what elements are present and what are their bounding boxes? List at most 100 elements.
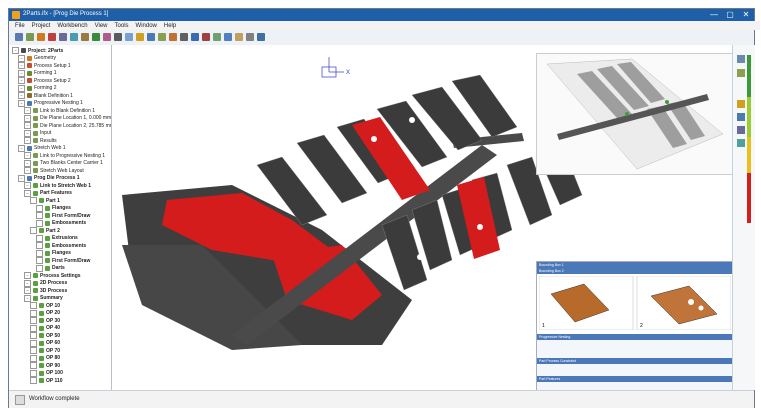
tree-item[interactable]: OP 80 (30, 354, 60, 362)
tree-item[interactable]: OP 100 (30, 369, 63, 377)
toolbar-button-icon[interactable] (15, 33, 23, 41)
tree-item[interactable]: − Project: 2Parts (12, 47, 63, 54)
expand-toggle-icon[interactable]: − (24, 287, 31, 294)
tree-item[interactable]: Flanges (36, 204, 71, 212)
expand-toggle-icon[interactable] (30, 324, 37, 332)
expand-toggle-icon[interactable]: − (24, 189, 31, 197)
toolbar-button-icon[interactable] (213, 33, 221, 41)
toolbar-button-icon[interactable] (169, 33, 177, 41)
menu-project[interactable]: Project (32, 23, 51, 29)
tree-item[interactable]: − Die Plane Location 1, 0.000 mm (24, 114, 111, 122)
expand-toggle-icon[interactable] (30, 317, 37, 324)
tool-icon-5[interactable] (737, 126, 745, 134)
expand-toggle-icon[interactable]: − (24, 167, 31, 174)
toolbar-button-icon[interactable] (70, 33, 78, 41)
expand-toggle-icon[interactable]: − (18, 54, 25, 62)
expand-toggle-icon[interactable] (36, 204, 43, 212)
tree-item[interactable]: OP 50 (30, 332, 60, 339)
tree-item[interactable]: Darts (36, 264, 65, 272)
tree-item[interactable]: OP 10 (30, 302, 60, 309)
expand-toggle-icon[interactable]: − (18, 84, 25, 92)
toolbar-button-icon[interactable] (235, 33, 243, 41)
expand-toggle-icon[interactable] (36, 212, 43, 219)
tree-item[interactable]: − Summary (24, 294, 63, 302)
tree-item[interactable]: − 2D Process (24, 279, 67, 287)
tree-item[interactable]: − Two Blanks Center Carrier 1 (24, 159, 103, 167)
toolbar-button-icon[interactable] (114, 33, 122, 41)
expand-toggle-icon[interactable] (36, 234, 43, 242)
expand-toggle-icon[interactable]: − (24, 182, 31, 189)
maximize-button[interactable]: ▢ (725, 10, 735, 20)
close-button[interactable]: ✕ (741, 10, 751, 20)
toolbar-button-icon[interactable] (180, 33, 188, 41)
tool-icon-2[interactable] (737, 69, 745, 77)
toolbar-button-icon[interactable] (202, 33, 210, 41)
expand-toggle-icon[interactable] (30, 227, 37, 234)
expand-toggle-icon[interactable]: − (18, 92, 25, 99)
expand-toggle-icon[interactable] (36, 257, 43, 264)
tree-item[interactable]: − 3D Process (24, 287, 67, 294)
expand-toggle-icon[interactable]: − (12, 47, 19, 54)
tree-item[interactable]: − Stretch Web Layout (24, 167, 84, 174)
toolbar-button-icon[interactable] (48, 33, 56, 41)
toolbar-button-icon[interactable] (59, 33, 67, 41)
expand-toggle-icon[interactable] (30, 302, 37, 309)
tool-icon-6[interactable] (737, 139, 745, 147)
expand-toggle-icon[interactable]: − (24, 279, 31, 287)
tree-item[interactable]: OP 70 (30, 347, 60, 354)
tree-item[interactable]: − Prog Die Process 1 (18, 174, 80, 182)
tree-item[interactable]: OP 60 (30, 339, 60, 347)
tree-item[interactable]: Part 1 (30, 197, 60, 204)
toolbar-button-icon[interactable] (26, 33, 34, 41)
toolbar-button-icon[interactable] (136, 33, 144, 41)
menu-workbench[interactable]: Workbench (57, 23, 87, 29)
tool-icon-4[interactable] (737, 113, 745, 121)
toolbar-button-icon[interactable] (37, 33, 45, 41)
toolbar-button-icon[interactable] (158, 33, 166, 41)
expand-toggle-icon[interactable] (30, 354, 37, 362)
tree-item[interactable]: Part 2 (30, 227, 60, 234)
expand-toggle-icon[interactable]: − (18, 174, 25, 182)
tree-item[interactable]: − Part Features (24, 189, 72, 197)
tree-item[interactable]: − Forming 2 (18, 84, 57, 92)
tree-item[interactable]: − Link to Blank Definition 1 (24, 107, 95, 114)
toolbar-button-icon[interactable] (92, 33, 100, 41)
tree-item[interactable]: OP 110 (30, 377, 63, 384)
3d-viewport[interactable]: X Bounding Box 1 Bounding Box 2 1 2 Prog… (112, 45, 732, 390)
expand-toggle-icon[interactable] (36, 249, 43, 257)
expand-toggle-icon[interactable]: − (24, 107, 31, 114)
toolbar-button-icon[interactable] (103, 33, 111, 41)
expand-toggle-icon[interactable]: − (24, 122, 31, 129)
expand-toggle-icon[interactable] (30, 369, 37, 377)
menu-file[interactable]: File (15, 23, 25, 29)
menu-help[interactable]: Help (164, 23, 176, 29)
expand-toggle-icon[interactable]: − (24, 137, 31, 144)
expand-toggle-icon[interactable] (36, 264, 43, 272)
tree-item[interactable]: Embossments (36, 219, 86, 227)
expand-toggle-icon[interactable]: − (24, 294, 31, 302)
tree-item[interactable]: OP 90 (30, 362, 60, 369)
tree-item[interactable]: − Die Plane Location 2, 25.785 mm (24, 122, 111, 129)
tool-icon-3[interactable] (737, 100, 745, 108)
expand-toggle-icon[interactable]: − (24, 114, 31, 122)
tree-item[interactable]: − Stretch Web 1 (18, 144, 66, 152)
tree-item[interactable]: − Results (24, 137, 57, 144)
expand-toggle-icon[interactable]: − (24, 272, 31, 279)
tree-item[interactable]: − Link to Stretch Web 1 (24, 182, 91, 189)
menu-window[interactable]: Window (136, 23, 157, 29)
expand-toggle-icon[interactable] (30, 362, 37, 369)
toolbar-button-icon[interactable] (191, 33, 199, 41)
tree-item[interactable]: First Form/Draw (36, 257, 90, 264)
tree-item[interactable]: − Process Setup 1 (18, 62, 71, 69)
tree-item[interactable]: OP 30 (30, 317, 60, 324)
minimize-button[interactable]: — (709, 10, 719, 20)
toolbar-button-icon[interactable] (246, 33, 254, 41)
tree-item[interactable]: First Form/Draw (36, 212, 90, 219)
tree-item[interactable]: Embossments (36, 242, 86, 249)
expand-toggle-icon[interactable]: − (18, 62, 25, 69)
expand-toggle-icon[interactable] (30, 339, 37, 347)
expand-toggle-icon[interactable] (30, 377, 37, 384)
expand-toggle-icon[interactable] (30, 309, 37, 317)
tree-item[interactable]: Extrusions (36, 234, 78, 242)
tree-item[interactable]: − Link to Progressive Nesting 1 (24, 152, 105, 159)
